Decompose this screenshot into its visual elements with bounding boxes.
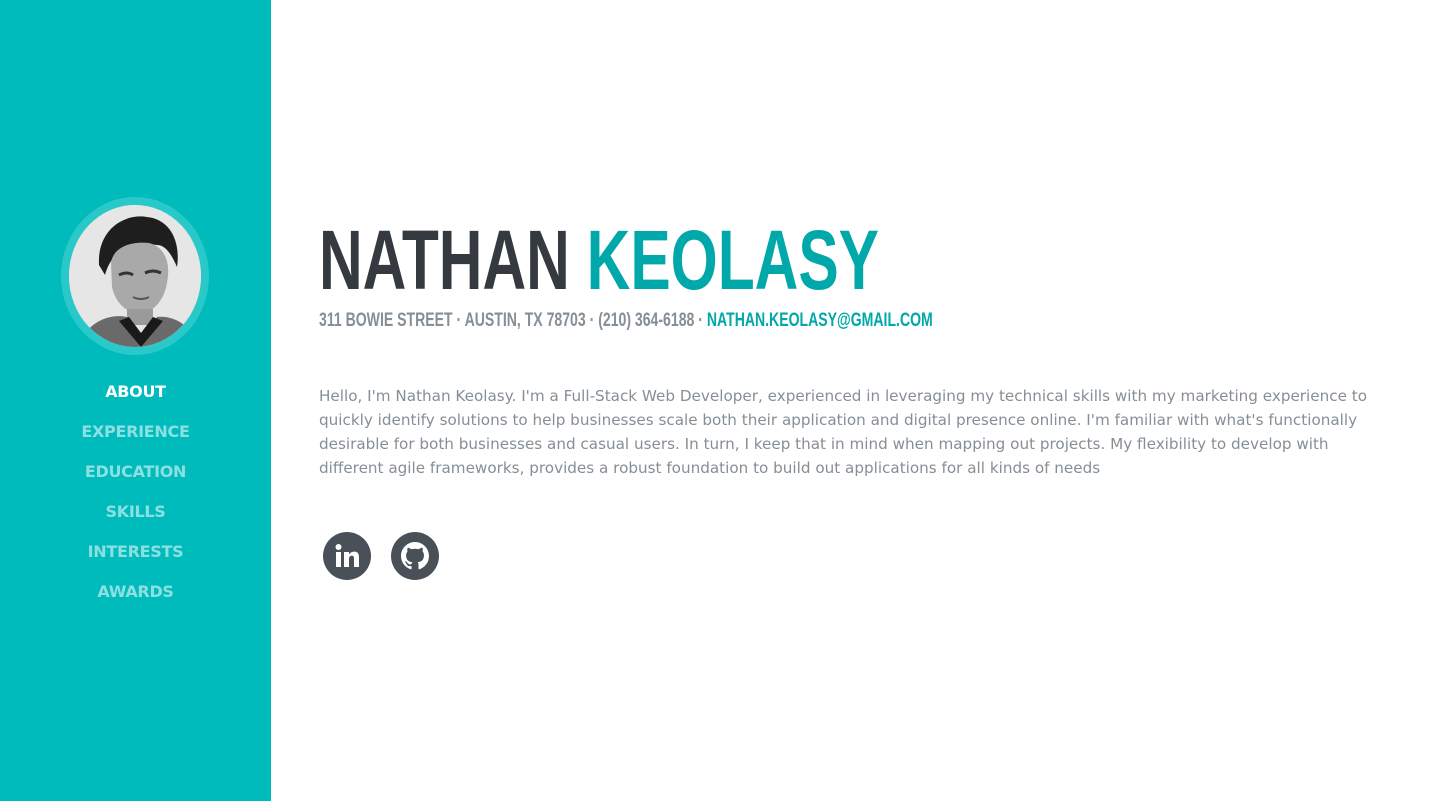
first-name: NATHAN [319,213,570,307]
bio-text: Hello, I'm Nathan Keolasy. I'm a Full-St… [319,387,1368,477]
linkedin-button[interactable] [323,532,371,580]
github-button[interactable] [391,532,439,580]
email-link[interactable]: NATHAN.KEOLASY@GMAIL.COM [707,310,933,331]
github-icon [401,542,429,570]
social-icons [323,532,439,580]
nav-item-education[interactable]: EDUCATION [0,452,271,492]
avatar[interactable] [61,197,209,355]
nav-item-interests[interactable]: INTERESTS [0,532,271,572]
address-phone: 311 BOWIE STREET · AUSTIN, TX 78703 · (2… [319,310,707,331]
avatar-photo [69,205,201,347]
last-name: KEOLASY [586,213,880,307]
linkedin-icon [335,544,359,567]
sidebar-nav: ABOUT EXPERIENCE EDUCATION SKILLS INTERE… [0,372,271,612]
contact-info: 311 BOWIE STREET · AUSTIN, TX 78703 · (2… [319,306,933,336]
nav-item-experience[interactable]: EXPERIENCE [0,412,271,452]
nav-item-about[interactable]: ABOUT [0,372,271,412]
sidebar: ABOUT EXPERIENCE EDUCATION SKILLS INTERE… [0,0,271,801]
page-title: NATHAN KEOLASY [319,212,879,308]
nav-item-awards[interactable]: AWARDS [0,572,271,612]
nav-item-skills[interactable]: SKILLS [0,492,271,532]
